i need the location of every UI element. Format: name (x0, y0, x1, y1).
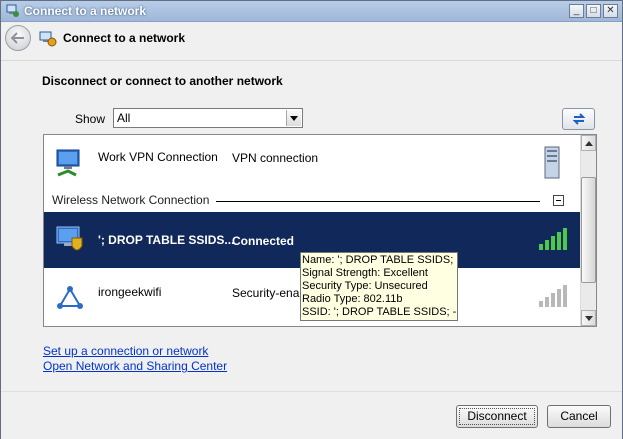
task-links: Set up a connection or network Open Netw… (43, 344, 227, 374)
tooltip-radio: Radio Type: 802.11b (302, 293, 403, 305)
main-content: Disconnect or connect to another network… (1, 61, 622, 391)
minimize-button[interactable]: _ (569, 4, 584, 18)
network-tooltip: Name: '; DROP TABLE SSIDS; -- Signal Str… (300, 252, 458, 321)
nav-title: Connect to a network (63, 31, 186, 45)
list-scrollbar[interactable] (580, 135, 596, 326)
tooltip-security: Security Type: Unsecured (302, 280, 428, 292)
group-divider (216, 201, 540, 202)
cancel-button[interactable]: Cancel (547, 405, 611, 428)
scroll-thumb[interactable] (581, 177, 596, 283)
signal-strength-excellent-icon (539, 228, 567, 250)
network-name: irongeekwifi (98, 285, 162, 299)
scroll-up-button[interactable] (581, 135, 596, 151)
show-dropdown[interactable]: All (113, 108, 303, 128)
disconnect-button[interactable]: Disconnect (456, 405, 538, 428)
wireless-shield-icon (56, 226, 83, 251)
group-label: Wireless Network Connection (52, 193, 210, 207)
refresh-icon (572, 113, 586, 125)
list-item[interactable]: Work VPN Connection VPN connection (44, 142, 580, 188)
network-name: '; DROP TABLE SSIDS... (98, 233, 235, 247)
network-status: VPN connection (232, 151, 319, 165)
signal-strength-gray-icon (539, 285, 567, 307)
network-name: Work VPN Connection (98, 150, 218, 164)
tooltip-signal: Signal Strength: Excellent (302, 267, 428, 279)
back-arrow-icon (11, 32, 24, 44)
show-label: Show (75, 112, 106, 126)
chevron-down-icon[interactable] (286, 110, 301, 126)
close-button[interactable]: ✕ (603, 4, 618, 18)
window-title: Connect to a network (24, 4, 147, 18)
wireless-network-icon (57, 286, 83, 309)
vpn-network-icon (56, 149, 80, 177)
network-status: Security-enab (232, 286, 307, 300)
title-bar[interactable]: Connect to a network _ □ ✕ (1, 1, 622, 22)
back-button[interactable] (5, 25, 31, 51)
dialog-footer: Disconnect Cancel (1, 391, 622, 439)
dialog-window: Connect to a network _ □ ✕ Connect to a … (0, 0, 623, 439)
server-icon (544, 146, 560, 179)
network-icon (6, 4, 19, 17)
network-status: Connected (232, 234, 295, 248)
scroll-down-button[interactable] (581, 310, 596, 326)
tooltip-ssid: SSID: '; DROP TABLE SSIDS; -- (302, 306, 456, 318)
navigation-bar: Connect to a network (1, 22, 622, 61)
network-connect-icon (39, 31, 57, 47)
network-sharing-center-link[interactable]: Open Network and Sharing Center (43, 359, 227, 374)
collapse-group-button[interactable] (553, 195, 564, 206)
tooltip-name: Name: '; DROP TABLE SSIDS; -- (302, 254, 456, 266)
maximize-button[interactable]: □ (586, 4, 601, 18)
show-dropdown-value: All (117, 111, 131, 125)
page-heading: Disconnect or connect to another network (42, 74, 283, 88)
refresh-button[interactable] (562, 108, 595, 130)
setup-connection-link[interactable]: Set up a connection or network (43, 344, 227, 359)
